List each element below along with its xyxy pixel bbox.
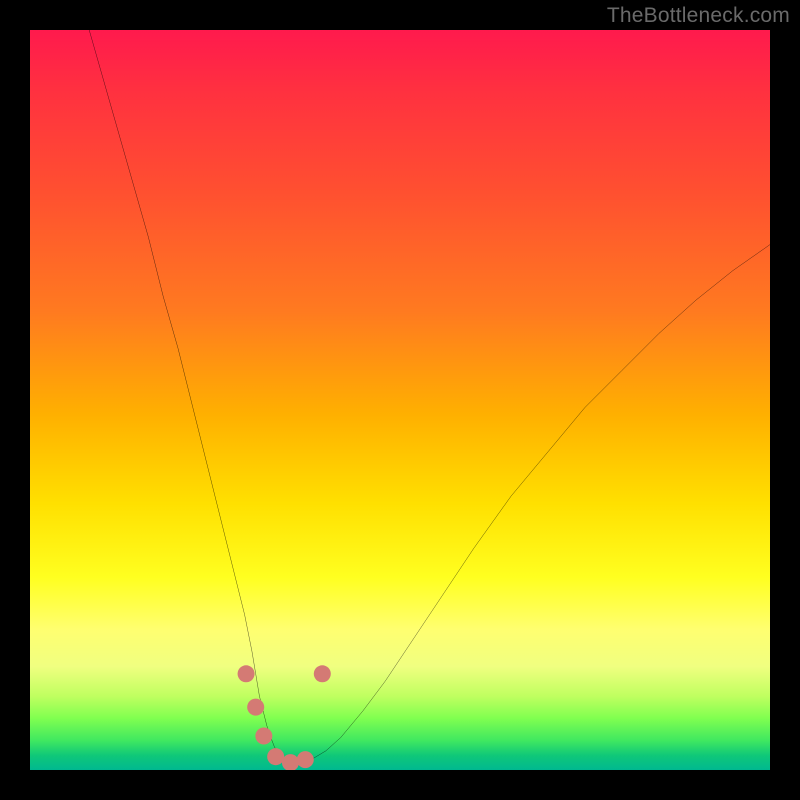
plot-area [30, 30, 770, 770]
curve-marker [297, 751, 314, 768]
curve-marker [255, 727, 272, 744]
curve-marker [267, 748, 284, 765]
curve-marker [238, 665, 255, 682]
chart-frame: TheBottleneck.com [0, 0, 800, 800]
bottleneck-curve [30, 30, 770, 770]
watermark-text: TheBottleneck.com [607, 4, 790, 28]
curve-marker [247, 699, 264, 716]
curve-marker [314, 665, 331, 682]
curve-marker [282, 754, 299, 770]
